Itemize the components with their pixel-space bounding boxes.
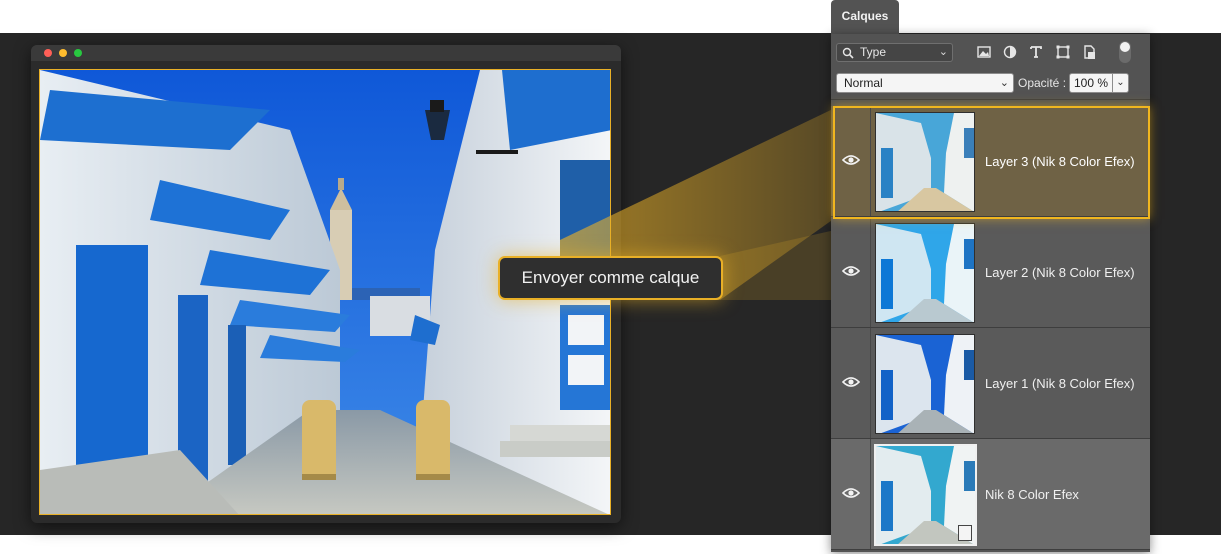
search-icon (842, 47, 854, 59)
zoom-window-button[interactable] (74, 49, 82, 57)
layer-name[interactable]: Nik 8 Color Efex (985, 487, 1079, 502)
eye-icon (842, 155, 860, 165)
eye-icon (842, 266, 860, 276)
chevron-down-icon: ⌄ (999, 77, 1009, 89)
eye-icon (842, 488, 860, 498)
blend-opacity-row: Normal ⌄ Opacité : 100 % ⌄ (831, 68, 1150, 100)
layer-thumbnail[interactable] (875, 223, 975, 323)
visibility-toggle[interactable] (831, 328, 871, 438)
minimize-window-button[interactable] (59, 49, 67, 57)
close-window-button[interactable] (44, 49, 52, 57)
layer-thumbnail[interactable] (875, 112, 975, 212)
layer-thumbnail[interactable] (875, 334, 975, 434)
chevron-down-icon: ⌄ (938, 46, 948, 58)
layer-row-3[interactable]: Layer 3 (Nik 8 Color Efex) (831, 106, 1150, 217)
eye-icon (842, 377, 860, 387)
send-as-layer-tooltip[interactable]: Envoyer comme calque (498, 256, 723, 300)
layer-filter-row: Type ⌄ (831, 34, 1150, 68)
visibility-toggle[interactable] (831, 217, 871, 327)
smart-object-badge-icon (958, 525, 972, 541)
layer-row-1[interactable]: Layer 1 (Nik 8 Color Efex) (831, 328, 1150, 439)
blend-mode-value: Normal (844, 76, 883, 90)
layer-name[interactable]: Layer 2 (Nik 8 Color Efex) (985, 265, 1135, 280)
image-filter-icon[interactable] (976, 44, 992, 60)
layer-name[interactable]: Layer 1 (Nik 8 Color Efex) (985, 376, 1135, 391)
layer-row-smart-object[interactable]: Nik 8 Color Efex (831, 439, 1150, 550)
opacity-dropdown-button[interactable]: ⌄ (1113, 73, 1129, 93)
adjustment-filter-icon[interactable] (1002, 44, 1018, 60)
layer-thumbnail-image (876, 335, 974, 433)
layer-row-2[interactable]: Layer 2 (Nik 8 Color Efex) (831, 217, 1150, 328)
shape-filter-icon[interactable] (1055, 44, 1071, 60)
layer-name[interactable]: Layer 3 (Nik 8 Color Efex) (985, 154, 1135, 169)
opacity-input[interactable]: 100 % (1069, 73, 1113, 93)
window-titlebar (31, 45, 621, 61)
tab-layers[interactable]: Calques (831, 0, 899, 35)
smart-object-filter-icon[interactable] (1081, 44, 1097, 60)
blend-mode-dropdown[interactable]: Normal ⌄ (836, 73, 1014, 93)
filter-kind-dropdown[interactable]: Type ⌄ (836, 43, 953, 62)
filter-toggle-switch[interactable] (1119, 41, 1131, 63)
layer-list: Layer 3 (Nik 8 Color Efex) Layer 2 (Nik … (831, 106, 1150, 550)
layer-thumbnail[interactable] (874, 444, 977, 546)
visibility-toggle[interactable] (831, 106, 871, 216)
layer-thumbnail-image (876, 224, 974, 322)
filter-kind-label: Type (860, 45, 887, 59)
layer-thumbnail-image (876, 113, 974, 211)
visibility-toggle[interactable] (831, 439, 871, 549)
layers-panel: Type ⌄ Normal ⌄ Opacité: 100 % ⌄ Layer … (831, 34, 1150, 552)
type-filter-icon[interactable] (1028, 44, 1044, 60)
opacity-label: Opacité : (1018, 76, 1067, 90)
